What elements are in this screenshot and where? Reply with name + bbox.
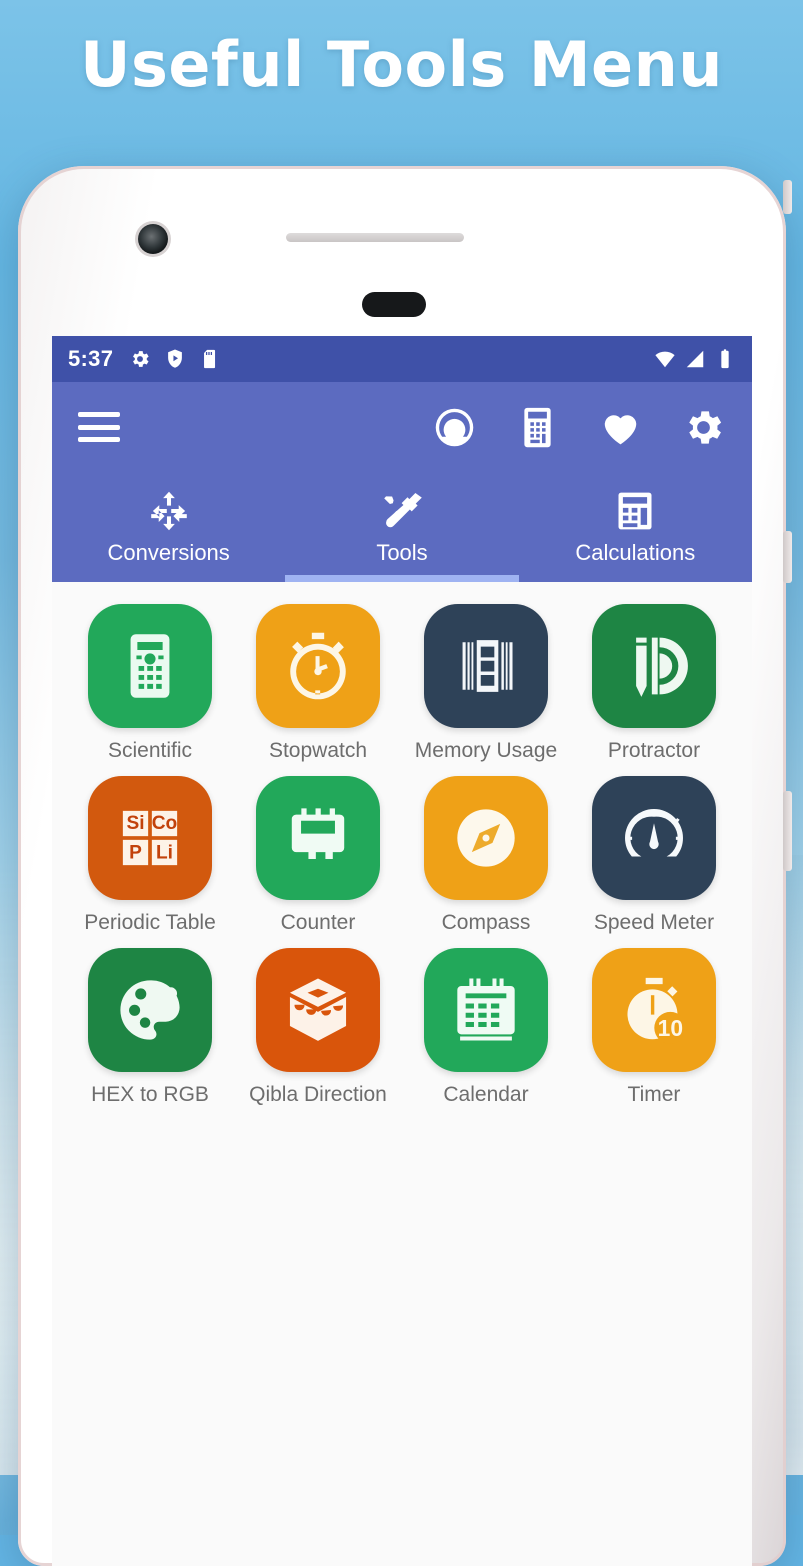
tool-tile[interactable] — [256, 948, 380, 1073]
phone-mockup: 5:37 Conversions Tools Calculations Scie… — [18, 166, 792, 1566]
svg-text:Li: Li — [156, 842, 173, 863]
memory-chip-icon — [462, 640, 513, 692]
gear-icon — [129, 348, 151, 370]
svg-text:P: P — [129, 842, 142, 863]
tool-stopwatch[interactable]: Stopwatch — [234, 604, 402, 762]
status-bar: 5:37 — [52, 336, 752, 382]
tools-grid-container: Scientific Stopwatch Memory Usage Protra… — [52, 582, 752, 1566]
tool-label: Scientific — [107, 739, 193, 762]
phone-screen: 5:37 Conversions Tools Calculations Scie… — [52, 336, 752, 1566]
tool-label: Calendar — [443, 1083, 529, 1107]
tab-label: Conversions — [107, 539, 230, 565]
scientific-calculator-icon — [130, 634, 170, 698]
tool-protractor[interactable]: Protractor — [570, 604, 738, 762]
tool-tile[interactable] — [592, 604, 716, 728]
tool-tile[interactable] — [256, 776, 380, 901]
tool-label: Periodic Table — [84, 911, 216, 935]
status-bar-clock: 5:37 — [68, 346, 114, 371]
tool-tile[interactable] — [88, 948, 212, 1073]
tool-label: Qibla Direction — [249, 1083, 387, 1107]
tool-hex-to-rgb[interactable]: HEX to RGB — [66, 948, 234, 1106]
periodic-table-icon: Si Co P Li — [122, 810, 177, 866]
app-bar-actions — [432, 405, 726, 450]
tool-compass[interactable]: Compass — [402, 776, 570, 934]
tab-label: Calculations — [575, 539, 696, 565]
tool-timer[interactable]: 10 Timer — [570, 948, 738, 1106]
tool-tile[interactable] — [424, 776, 548, 901]
wifi-icon — [654, 348, 676, 370]
status-bar-left-icons — [129, 348, 221, 370]
tally-counter-icon — [291, 808, 345, 860]
tool-tile[interactable] — [424, 604, 548, 728]
protractor-pencil-icon — [636, 637, 688, 697]
tool-label: Memory Usage — [414, 739, 558, 762]
kaaba-icon — [289, 978, 347, 1042]
tool-periodic-table[interactable]: Si Co P Li Periodic Table — [66, 776, 234, 934]
tab-tools[interactable]: Tools — [285, 472, 519, 582]
status-bar-right-icons — [654, 348, 736, 370]
power-button[interactable] — [783, 180, 792, 214]
timer-10-icon: 10 — [627, 978, 687, 1045]
svg-text:Si: Si — [126, 813, 144, 834]
cellular-signal-icon — [684, 348, 706, 370]
tool-scientific[interactable]: Scientific — [66, 604, 234, 762]
tool-label: Timer — [627, 1083, 681, 1107]
tool-label: Stopwatch — [268, 739, 368, 762]
tab-calculations[interactable]: Calculations — [519, 472, 752, 582]
battery-icon — [714, 348, 736, 370]
tool-qibla-direction[interactable]: Qibla Direction — [234, 948, 402, 1106]
tab-conversions[interactable]: Conversions — [52, 472, 285, 582]
volume-down-button[interactable] — [783, 791, 792, 871]
page-title: Useful Tools Menu — [80, 28, 723, 101]
tool-tile[interactable]: Si Co P Li — [88, 776, 212, 901]
color-palette-icon — [120, 980, 180, 1040]
compass-icon — [457, 809, 515, 867]
hamburger-menu-icon[interactable] — [78, 412, 120, 442]
front-camera-icon — [138, 224, 168, 254]
sd-card-icon — [199, 348, 221, 370]
tools-grid: Scientific Stopwatch Memory Usage Protra… — [66, 604, 738, 1106]
tool-tile[interactable] — [256, 604, 380, 728]
shield-play-icon — [164, 348, 186, 370]
svg-text:Co: Co — [152, 813, 177, 834]
stopwatch-icon — [290, 632, 346, 700]
volume-up-button[interactable] — [783, 531, 792, 583]
tools-icon — [379, 489, 425, 533]
tool-tile[interactable]: 10 — [592, 948, 716, 1073]
calendar-icon — [457, 978, 515, 1041]
speed-meter-icon[interactable] — [432, 405, 477, 450]
tool-calendar[interactable]: Calendar — [402, 948, 570, 1106]
speed-meter-gauge-icon — [625, 809, 683, 857]
calculations-icon — [612, 489, 658, 533]
tool-tile[interactable] — [592, 776, 716, 901]
tab-label: Tools — [376, 539, 428, 565]
svg-text:10: 10 — [658, 1015, 683, 1041]
tool-tile[interactable] — [424, 948, 548, 1073]
tool-label: Speed Meter — [593, 911, 715, 935]
conversions-icon — [146, 489, 192, 533]
tool-label: HEX to RGB — [91, 1083, 209, 1107]
tool-counter[interactable]: Counter — [234, 776, 402, 934]
settings-gear-icon[interactable] — [681, 405, 726, 450]
calculator-icon[interactable] — [515, 405, 560, 450]
proximity-sensor-icon — [362, 292, 426, 317]
tool-speed-meter[interactable]: Speed Meter — [570, 776, 738, 934]
tool-label: Compass — [441, 911, 531, 935]
tool-memory-usage[interactable]: Memory Usage — [402, 604, 570, 762]
tool-tile[interactable] — [88, 604, 212, 728]
app-bar — [52, 382, 752, 472]
earpiece-speaker-icon — [286, 233, 464, 242]
tool-label: Counter — [280, 911, 356, 935]
favorites-heart-icon[interactable] — [598, 405, 643, 450]
tool-label: Protractor — [607, 739, 701, 762]
tab-bar: Conversions Tools Calculations — [52, 472, 752, 582]
